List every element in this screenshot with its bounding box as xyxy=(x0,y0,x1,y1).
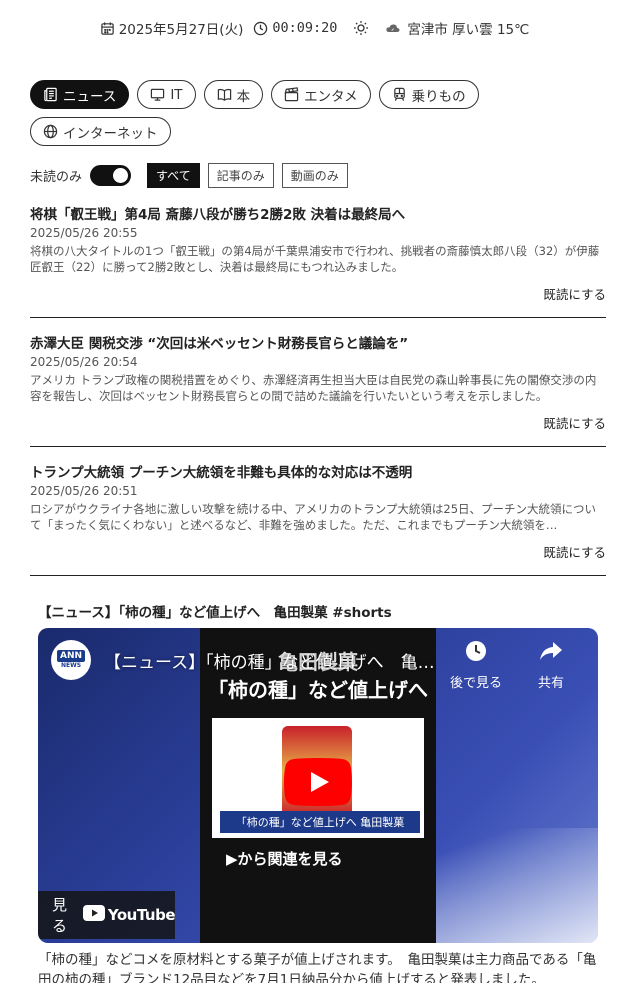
share-label: 共有 xyxy=(538,676,565,691)
article-title[interactable]: 将棋「叡王戦」第4局 斎藤八段が勝ち2勝2敗 決着は最終局へ xyxy=(30,206,606,224)
article-date: 2025/05/26 20:55 xyxy=(30,226,138,240)
play-button[interactable] xyxy=(284,758,352,806)
time-display: 00:09:20 xyxy=(253,20,337,36)
clock-icon xyxy=(253,21,268,36)
video-heading[interactable]: 【ニュース】「柿の種」など値上げへ 亀田製菓 #shorts xyxy=(38,601,392,621)
article-date: 2025/05/26 20:51 xyxy=(30,484,138,498)
sun-icon[interactable] xyxy=(353,20,369,36)
clapperboard-icon xyxy=(284,87,299,102)
cloud-icon xyxy=(385,21,403,35)
watch-later-button[interactable]: 後で見る xyxy=(450,640,502,691)
tab-label: IT xyxy=(170,86,183,103)
filter-all-button[interactable]: すべて xyxy=(147,163,200,188)
monitor-icon xyxy=(150,87,165,102)
weather-text: 宮津市 厚い雲 15℃ xyxy=(407,22,530,38)
date-display: 2025年5月27日(火) xyxy=(100,18,244,38)
related-hint: ▶から関連を見る xyxy=(226,850,343,868)
tab-label: 本 xyxy=(236,88,251,105)
header-bar: 2025年5月27日(火) 00:09:20 宮津市 厚い雲 15℃ xyxy=(0,18,629,38)
unread-only-label: 未読のみ xyxy=(30,170,83,185)
article-date: 2025/05/26 20:54 xyxy=(30,355,138,369)
newspaper-icon xyxy=(43,87,58,102)
calendar-icon xyxy=(100,21,115,36)
tab-label: インターネット xyxy=(63,125,158,142)
toggle-knob xyxy=(113,168,129,183)
channel-avatar[interactable]: ANN NEWS xyxy=(51,640,91,680)
filter-videos-button[interactable]: 動画のみ xyxy=(281,163,348,188)
watch-later-label: 後で見る xyxy=(450,676,503,691)
article-item: 将棋「叡王戦」第4局 斎藤八段が勝ち2勝2敗 決着は最終局へ 2025/05/2… xyxy=(30,206,606,302)
tab-it[interactable]: IT xyxy=(137,80,196,109)
unread-only-toggle[interactable] xyxy=(90,165,132,186)
filter-bar: 未読のみ すべて 記事のみ 動画のみ xyxy=(30,163,356,188)
article-item: トランプ大統領 プーチン大統領を非難も具体的な対応は不透明 2025/05/26… xyxy=(30,464,606,560)
share-icon xyxy=(539,640,563,666)
video-player-title[interactable]: 【ニュース】「柿の種」など値上げへ 亀田製菓 #shorts xyxy=(104,648,444,673)
article-summary: 将棋の八大タイトルの1つ「叡王戦」の第4局が千葉県浦安市で行われ、挑戦者の斎藤慎… xyxy=(30,244,600,274)
mark-read-button[interactable]: 既読にする xyxy=(543,542,606,561)
article-title[interactable]: トランプ大統領 プーチン大統領を非難も具体的な対応は不透明 xyxy=(30,464,606,482)
youtube-wordmark: YouTube xyxy=(107,906,176,924)
weather-display: 宮津市 厚い雲 15℃ xyxy=(385,18,529,38)
channel-logo-bottom: NEWS xyxy=(60,662,82,669)
youtube-play-icon xyxy=(82,905,105,925)
tab-internet[interactable]: インターネット xyxy=(30,117,171,146)
share-button[interactable]: 共有 xyxy=(538,640,564,691)
mark-read-button[interactable]: 既読にする xyxy=(543,284,606,303)
clock-icon xyxy=(465,640,487,666)
watch-on-youtube-button[interactable]: 見る YouTube xyxy=(38,891,176,939)
channel-logo-top: ANN xyxy=(56,650,86,662)
video-description: 「柿の種」などコメを原材料とする菓子が値上げされます。 亀田製菓は主力商品である… xyxy=(38,952,597,983)
video-frame-title-bottom: 「柿の種」など値上げへ xyxy=(208,678,428,702)
tab-books[interactable]: 本 xyxy=(203,80,264,109)
tab-label: ニュース xyxy=(63,88,117,105)
watch-label: 見る xyxy=(52,896,68,935)
video-caption: 「柿の種」など値上げへ 亀田製菓 xyxy=(220,811,420,833)
youtube-logo: YouTube xyxy=(82,905,176,925)
divider xyxy=(30,317,606,318)
article-summary: アメリカ トランプ政権の関税措置をめぐり、赤澤経済再生担当大臣は自民党の森山幹事… xyxy=(30,373,597,403)
filter-articles-button[interactable]: 記事のみ xyxy=(207,163,274,188)
article-summary: ロシアがウクライナ各地に激しい攻撃を続ける中、アメリカのトランプ大統領は25日、… xyxy=(30,502,597,532)
category-tabs: ニュース IT 本 エンタメ 乗りもの インターネット xyxy=(30,80,610,146)
book-icon xyxy=(217,87,232,102)
article-title[interactable]: 赤澤大臣 関税交渉 “次回は米ベッセント財務長官らと議論を” xyxy=(30,335,606,353)
date-text: 2025年5月27日(火) xyxy=(118,22,244,38)
tab-news[interactable]: ニュース xyxy=(30,80,130,109)
mark-read-button[interactable]: 既読にする xyxy=(543,413,606,432)
article-item: 赤澤大臣 関税交渉 “次回は米ベッセント財務長官らと議論を” 2025/05/2… xyxy=(30,335,606,431)
tab-label: 乗りもの xyxy=(411,88,466,105)
tab-entertainment[interactable]: エンタメ xyxy=(271,80,371,109)
time-text: 00:09:20 xyxy=(272,20,338,36)
divider xyxy=(30,446,606,447)
train-icon xyxy=(392,87,407,102)
tab-vehicles[interactable]: 乗りもの xyxy=(378,80,479,109)
video-player[interactable]: 亀田製菓 「柿の種」など値上げへ 「柿の種」など値上げへ 亀田製菓 ▶から関連を… xyxy=(38,628,598,943)
globe-icon xyxy=(43,124,58,139)
tab-label: エンタメ xyxy=(304,88,358,105)
divider xyxy=(30,575,606,576)
